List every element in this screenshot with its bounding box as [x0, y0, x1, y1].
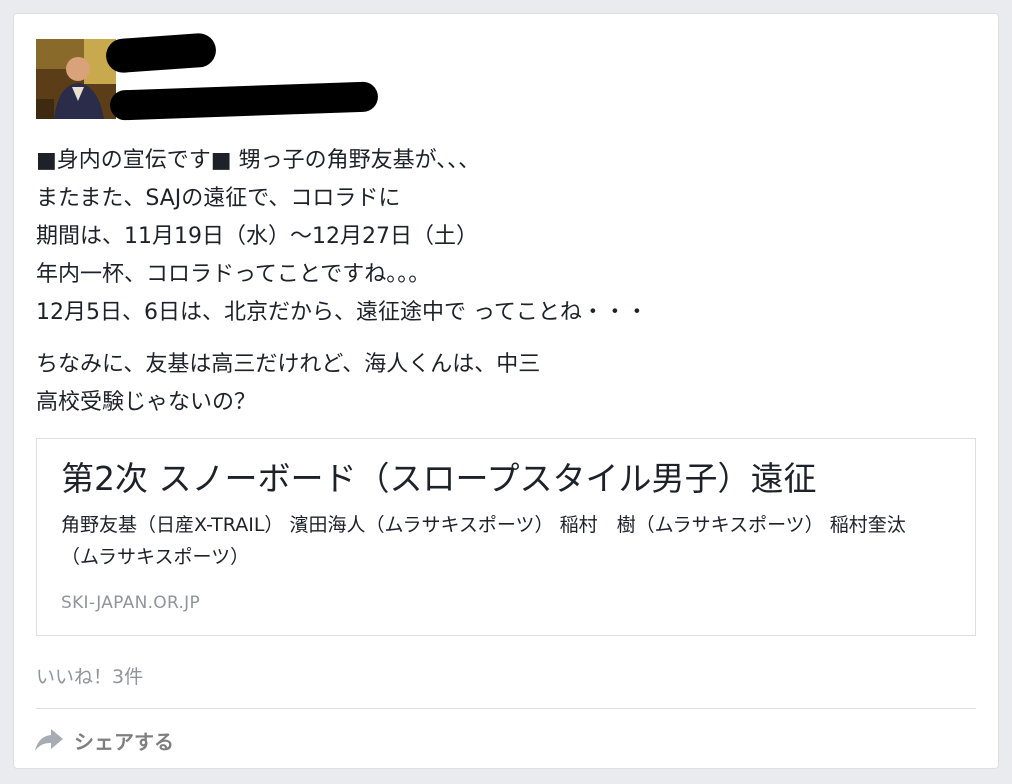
link-preview-card[interactable]: 第2次 スノーボード（スロープスタイル男子）遠征 角野友基（日産X-TRAIL）…: [36, 438, 976, 636]
post-line: 12月5日、6日は、北京だから、遠征途中で ってことね・・・: [36, 300, 648, 325]
redacted-author-name-line2: [109, 81, 379, 121]
post-line: 期間は、11月19日（水）〜12月27日（土）: [36, 224, 478, 249]
facebook-post: ■身内の宣伝です■ 甥っ子の角野友基が、、、 またまた、SAJの遠征で、コロラド…: [13, 13, 999, 769]
link-description: 角野友基（日産X-TRAIL） 濱田海人（ムラサキスポーツ） 稲村 樹（ムラサキ…: [61, 514, 906, 568]
divider: [36, 708, 976, 709]
post-line: 年内一杯、コロラドってことですね。。。: [36, 262, 431, 287]
link-domain: SKI-JAPAN.OR.JP: [61, 593, 201, 613]
post-line: またまた、SAJの遠征で、コロラドに: [36, 186, 401, 211]
author-avatar[interactable]: [36, 39, 116, 119]
share-label: シェアする: [74, 729, 174, 754]
redacted-author-name: [104, 32, 218, 74]
post-message: ■身内の宣伝です■ 甥っ子の角野友基が、、、 またまた、SAJの遠征で、コロラド…: [36, 142, 976, 436]
post-line: ちなみに、友基は高三だけれど、海人くんは、中三: [36, 352, 541, 377]
link-title[interactable]: 第2次 スノーボード（スロープスタイル男子）遠征: [61, 457, 817, 501]
post-line: ■身内の宣伝です■ 甥っ子の角野友基が、、、: [36, 148, 481, 173]
likes-count[interactable]: いいね！3件: [36, 662, 143, 689]
post-paragraph-2: ちなみに、友基は高三だけれど、海人くんは、中三 高校受験じゃないの？: [36, 346, 976, 422]
post-line: 高校受験じゃないの？: [36, 390, 257, 415]
share-arrow-icon: [34, 727, 64, 753]
post-paragraph-1: ■身内の宣伝です■ 甥っ子の角野友基が、、、 またまた、SAJの遠征で、コロラド…: [36, 142, 976, 332]
profile-photo-icon: [36, 39, 116, 119]
share-button[interactable]: シェアする: [34, 723, 174, 757]
